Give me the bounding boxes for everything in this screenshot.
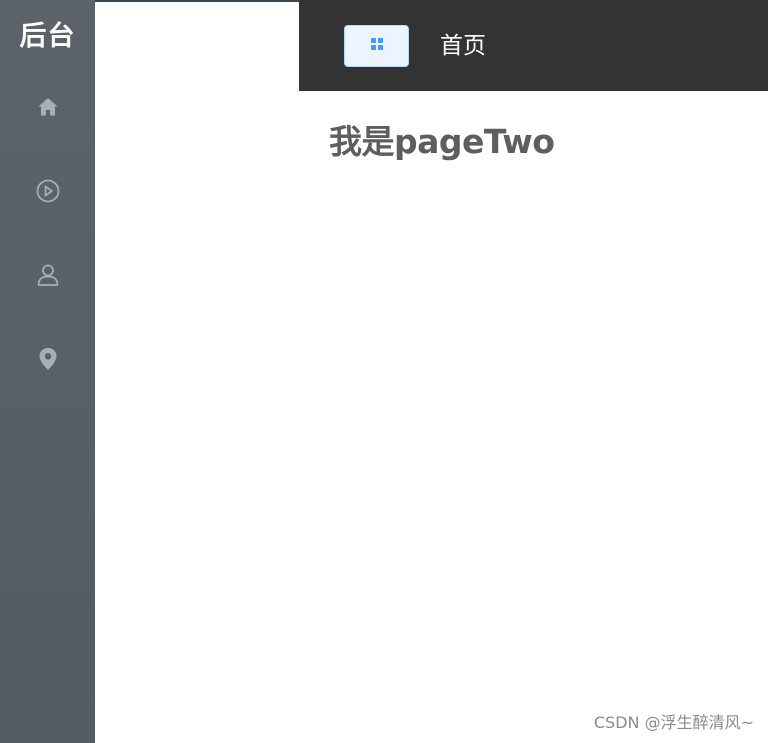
play-circle-icon — [35, 178, 61, 204]
sidebar-item-user[interactable] — [0, 250, 95, 300]
user-icon — [35, 262, 61, 288]
sidebar-item-video[interactable] — [0, 166, 95, 216]
grid-menu-icon — [370, 37, 384, 56]
menu-toggle-button[interactable] — [344, 25, 409, 67]
watermark: CSDN @浮生醉清风~ — [593, 713, 754, 732]
sidebar-item-home[interactable] — [0, 82, 95, 132]
home-icon — [36, 95, 60, 119]
sidebar-item-location[interactable] — [0, 334, 95, 384]
location-pin-icon — [36, 346, 60, 372]
sidebar: 后台 — [0, 0, 95, 743]
header-title: 首页 — [440, 33, 486, 59]
page-title: 我是pageTwo — [329, 122, 555, 161]
top-header: 首页 — [299, 0, 768, 91]
sidebar-brand: 后台 — [19, 21, 76, 52]
